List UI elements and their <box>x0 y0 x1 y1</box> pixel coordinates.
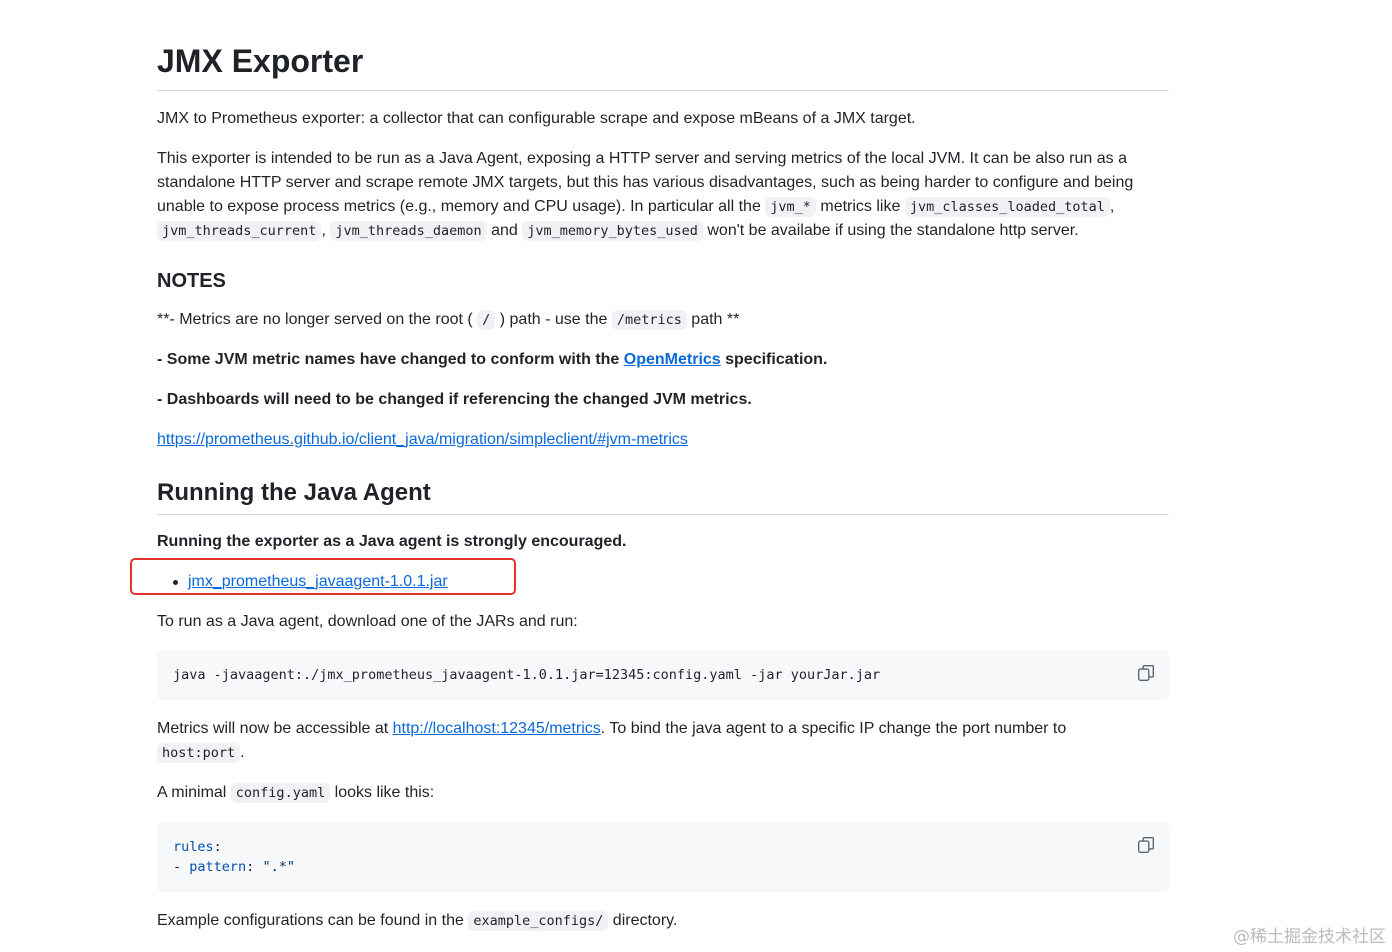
notes-bold-text: specification. <box>720 351 828 368</box>
access-text: . <box>240 744 245 761</box>
code-config-yaml: config.yaml <box>230 783 331 803</box>
copy-icon[interactable] <box>1137 664 1155 682</box>
encouraged-paragraph: Running the exporter as a Java agent is … <box>157 530 1169 554</box>
openmetrics-link[interactable]: OpenMetrics <box>624 351 721 368</box>
minimal-config-paragraph: A minimal config.yaml looks like this: <box>157 781 1169 805</box>
code-jvm-threads-current: jvm_threads_current <box>157 221 322 241</box>
yaml-key: pattern <box>189 859 247 875</box>
migration-link[interactable]: https://prometheus.github.io/client_java… <box>157 431 688 448</box>
example-paragraph: Example configurations can be found in t… <box>157 909 1169 933</box>
notes-line-1: **- Metrics are no longer served on the … <box>157 308 1169 332</box>
highlight-annotation-box <box>130 558 516 595</box>
notes-text: **- Metrics are no longer served on the … <box>157 311 473 328</box>
yaml-value: ".*" <box>262 859 295 875</box>
notes-text: path ** <box>686 311 740 328</box>
minimal-text: A minimal <box>157 784 231 801</box>
command-code: java -javaagent:./jmx_prometheus_javaage… <box>173 667 881 683</box>
minimal-text: looks like this: <box>330 784 435 801</box>
notes-line-2: - Some JVM metric names have changed to … <box>157 348 1169 372</box>
description-text: metrics like <box>815 198 905 215</box>
example-text: directory. <box>608 912 678 929</box>
yaml-punct: - <box>173 859 190 875</box>
description-text: , <box>1109 198 1115 215</box>
yaml-punct: : <box>246 859 263 875</box>
intro-paragraph: JMX to Prometheus exporter: a collector … <box>157 110 916 127</box>
notes-bold-text: - Some JVM metric names have changed to … <box>157 351 624 368</box>
access-text: . To bind the java agent to a specific I… <box>600 720 1067 737</box>
yaml-key: rules <box>173 839 214 855</box>
section-heading-java-agent: Running the Java Agent <box>157 478 1169 515</box>
code-jvm-memory: jvm_memory_bytes_used <box>522 221 703 241</box>
description-text: , <box>321 222 331 239</box>
download-paragraph: To run as a Java agent, download one of … <box>157 613 578 630</box>
notes-text: ) path - use the <box>499 311 612 328</box>
copy-icon[interactable] <box>1137 836 1155 854</box>
access-paragraph: Metrics will now be accessible at http:/… <box>157 717 1169 765</box>
yaml-punct: : <box>213 839 222 855</box>
notes-line-3: - Dashboards will need to be changed if … <box>157 388 1169 412</box>
watermark: @稀土掘金技术社区 <box>1233 927 1386 947</box>
code-jvm-classes: jvm_classes_loaded_total <box>904 197 1110 217</box>
code-root-path: / <box>477 310 496 330</box>
localhost-metrics-link[interactable]: http://localhost:12345/metrics <box>393 720 601 737</box>
migration-paragraph: https://prometheus.github.io/client_java… <box>157 428 1169 452</box>
yaml-code: rules: - pattern: ".*" <box>173 837 1153 877</box>
description-paragraph: This exporter is intended to be run as a… <box>157 147 1169 243</box>
example-text: Example configurations can be found in t… <box>157 912 469 929</box>
code-example-configs: example_configs/ <box>468 911 609 931</box>
code-jvm-star: jvm_* <box>765 197 816 217</box>
notes-bold-text: - Dashboards will need to be changed if … <box>157 391 752 408</box>
yaml-code-block: rules: - pattern: ".*" <box>157 822 1169 892</box>
code-metrics-path: /metrics <box>611 310 687 330</box>
page-title: JMX Exporter <box>157 40 1169 91</box>
notes-heading: NOTES <box>157 270 226 292</box>
description-text: and <box>486 222 523 239</box>
encouraged-text: Running the exporter as a Java agent is … <box>157 533 627 550</box>
command-code-block: java -javaagent:./jmx_prometheus_javaage… <box>157 650 1169 700</box>
code-jvm-threads-daemon: jvm_threads_daemon <box>330 221 487 241</box>
code-host-port: host:port <box>157 743 241 763</box>
access-text: Metrics will now be accessible at <box>157 720 393 737</box>
description-text: won't be availabe if using the standalon… <box>702 222 1079 239</box>
